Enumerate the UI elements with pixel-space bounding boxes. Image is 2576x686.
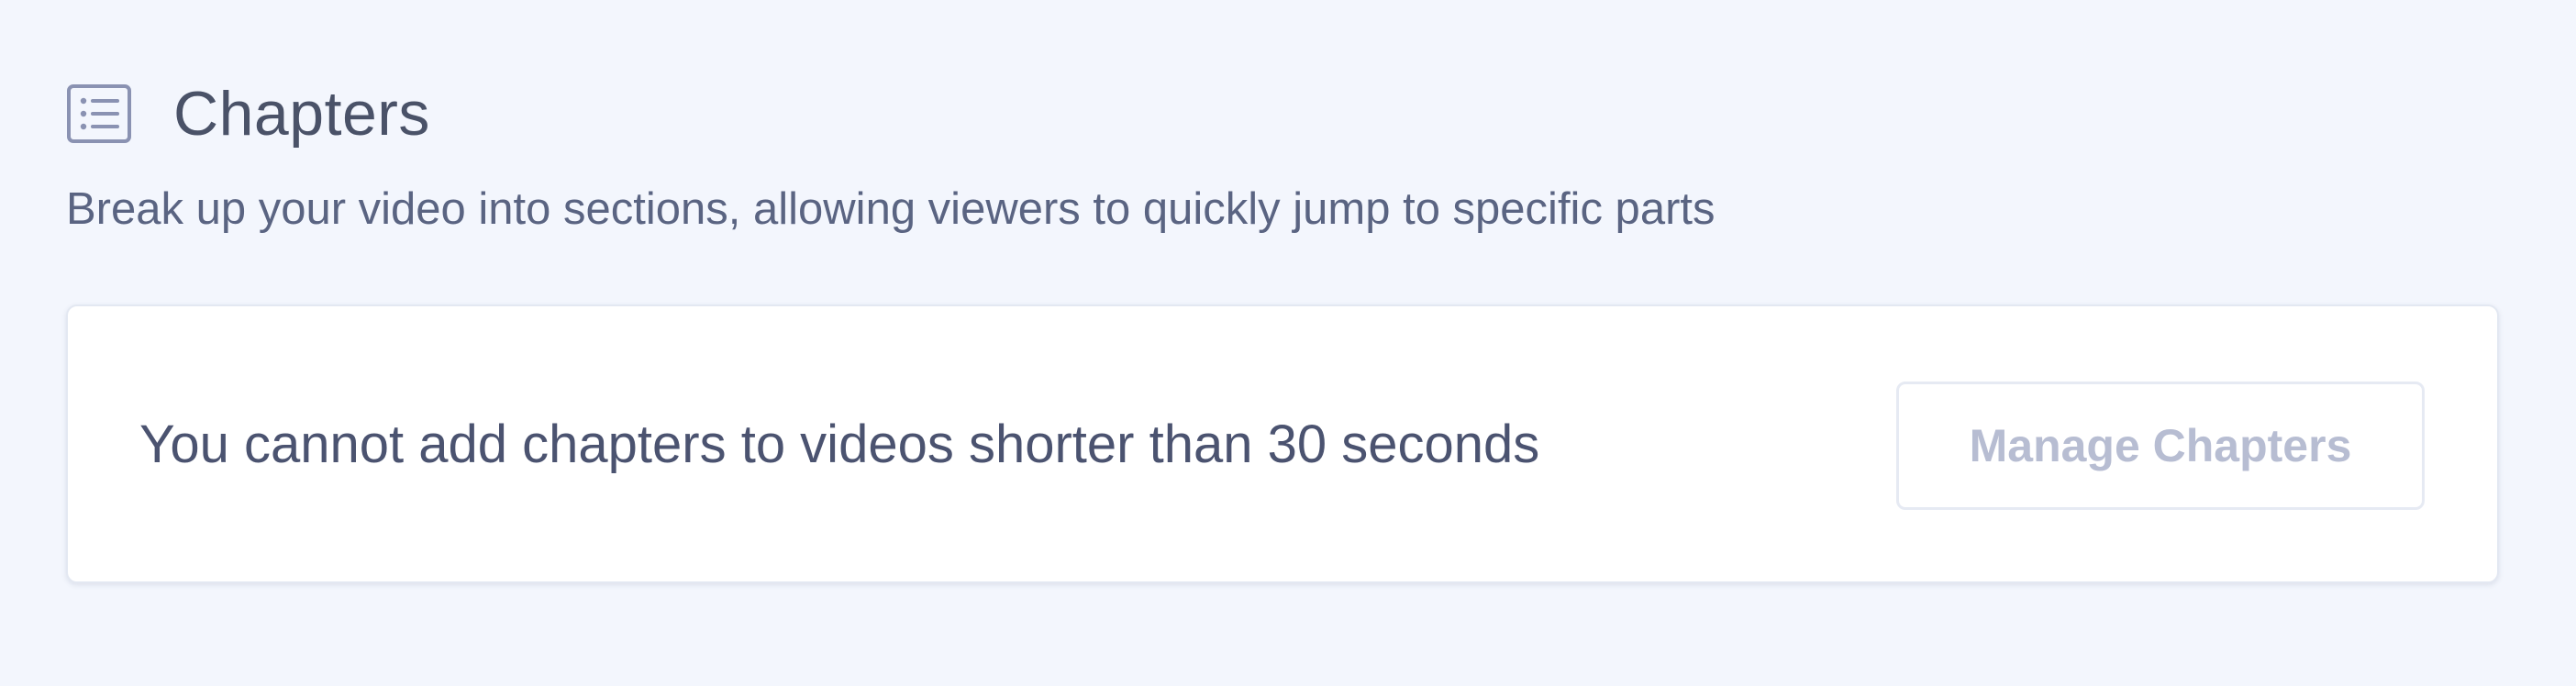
manage-chapters-button[interactable]: Manage Chapters	[1896, 382, 2425, 510]
chapters-unavailable-message: You cannot add chapters to videos shorte…	[139, 415, 1540, 474]
section-description: Break up your video into sections, allow…	[66, 184, 1715, 234]
chapters-card: You cannot add chapters to videos shorte…	[66, 304, 2499, 583]
chapters-header: Chapters	[66, 81, 430, 147]
section-title: Chapters	[173, 79, 430, 149]
list-icon	[66, 81, 132, 147]
